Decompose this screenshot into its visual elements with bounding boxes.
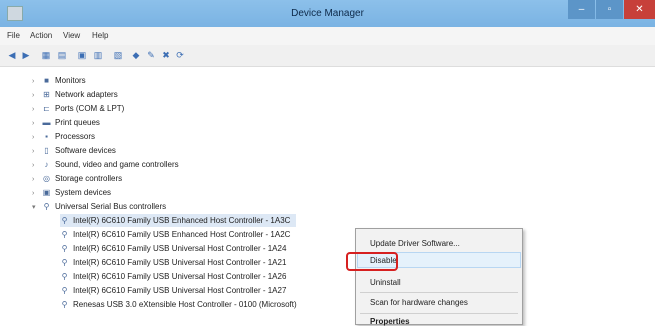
- menu-action[interactable]: Action: [30, 31, 52, 40]
- expand-icon[interactable]: ›: [32, 103, 42, 116]
- tree-node-label: Ports (COM & LPT): [55, 104, 125, 113]
- menu-separator: [360, 313, 518, 314]
- port-icon: ⊏: [43, 104, 50, 114]
- forward-icon[interactable]: ▶: [20, 50, 32, 61]
- uninstall-icon[interactable]: ✖: [160, 50, 172, 61]
- usb-device-label: Intel(R) 6C610 Family USB Enhanced Host …: [73, 216, 291, 225]
- maximize-button[interactable]: ▫: [596, 0, 623, 19]
- printer-icon: ▬: [42, 118, 51, 128]
- tree-node-label: Universal Serial Bus controllers: [55, 202, 167, 211]
- usb-device-icon: ⚲: [61, 230, 68, 240]
- title-bar: Device Manager – ▫ ✕: [0, 0, 655, 27]
- usb-device-item[interactable]: ⚲ Intel(R) 6C610 Family USB Universal Hos…: [60, 270, 287, 283]
- usb-device-item[interactable]: ⚲ Intel(R) 6C610 Family USB Universal Hos…: [60, 242, 287, 255]
- monitor-icon: ■: [44, 76, 49, 86]
- list-icon[interactable]: ▤: [56, 50, 68, 61]
- expand-icon[interactable]: ›: [32, 173, 42, 186]
- expand-icon[interactable]: ›: [32, 75, 42, 88]
- usb-device-label: Intel(R) 6C610 Family USB Enhanced Host …: [73, 230, 291, 239]
- usb-device-item[interactable]: ⚲ Intel(R) 6C610 Family USB Enhanced Host…: [60, 228, 291, 241]
- expand-icon[interactable]: ›: [32, 145, 42, 158]
- processor-icon: ▪: [45, 132, 48, 142]
- minimize-button[interactable]: –: [568, 0, 595, 19]
- tree-node-label: Software devices: [55, 146, 116, 155]
- tree-node-print-queues[interactable]: › ▬ Print queues: [32, 116, 100, 129]
- uninstall-menu-item[interactable]: Uninstall: [370, 278, 401, 287]
- storage-icon: ◎: [43, 174, 50, 184]
- toolbar: ◀ ▶ ▦ ▤ ▣ ▥ ▧ ◆ ✎ ✖ ⟳: [0, 45, 655, 67]
- tree-node-usb-controllers[interactable]: ▾ ⚲ Universal Serial Bus controllers: [32, 200, 166, 213]
- tree-node-label: Storage controllers: [55, 174, 123, 183]
- tree-node-ports[interactable]: › ⊏ Ports (COM & LPT): [32, 102, 124, 115]
- network-icon: ⊞: [43, 90, 50, 100]
- expand-icon[interactable]: ›: [32, 187, 42, 200]
- update-driver-icon[interactable]: ◆: [130, 50, 142, 61]
- properties-icon[interactable]: ▣: [76, 50, 88, 61]
- menu-file[interactable]: File: [7, 31, 20, 40]
- tree-node-sound-video[interactable]: › ♪ Sound, video and game controllers: [32, 158, 179, 171]
- menu-view[interactable]: View: [63, 31, 80, 40]
- tree-node-network-adapters[interactable]: › ⊞ Network adapters: [32, 88, 118, 101]
- tree-node-label: System devices: [55, 188, 112, 197]
- disable-highlight-annotation: [346, 252, 398, 271]
- tree-node-label: Monitors: [55, 76, 86, 85]
- usb-device-label: Intel(R) 6C610 Family USB Universal Host…: [73, 244, 287, 253]
- tree-node-system-devices[interactable]: › ▣ System devices: [32, 186, 111, 199]
- device-tree: › ■ Monitors › ⊞ Network adapters › ⊏ Ports (C…: [10, 68, 655, 325]
- usb-device-item[interactable]: ⚲ Renesas USB 3.0 eXtensible Host Control…: [60, 298, 297, 311]
- usb-device-icon: ⚲: [61, 272, 68, 282]
- expand-icon[interactable]: ›: [32, 131, 42, 144]
- menu-help[interactable]: Help: [92, 31, 108, 40]
- usb-device-item[interactable]: ⚲ Intel(R) 6C610 Family USB Enhanced Host…: [60, 214, 297, 227]
- close-button[interactable]: ✕: [624, 0, 655, 19]
- usb-device-icon: ⚲: [61, 258, 68, 268]
- expand-icon[interactable]: ›: [32, 117, 42, 130]
- window-title: Device Manager: [291, 8, 364, 19]
- update-driver-menu-item[interactable]: Update Driver Software...: [370, 239, 460, 248]
- disable-icon[interactable]: ✎: [145, 50, 157, 61]
- context-menu: Update Driver Software... Disable Uninst…: [355, 228, 523, 326]
- usb-icon: ⚲: [43, 202, 50, 212]
- tree-node-storage-controllers[interactable]: › ◎ Storage controllers: [32, 172, 122, 185]
- usb-device-label: Intel(R) 6C610 Family USB Universal Host…: [73, 286, 287, 295]
- tree-node-label: Sound, video and game controllers: [55, 160, 179, 169]
- help-icon[interactable]: ▥: [92, 50, 104, 61]
- sound-icon: ♪: [44, 160, 49, 170]
- expand-icon[interactable]: ›: [32, 159, 42, 172]
- menu-bar: File Action View Help: [0, 27, 655, 46]
- show-hide-tree-icon[interactable]: ▦: [40, 50, 52, 61]
- usb-device-item[interactable]: ⚲ Intel(R) 6C610 Family USB Universal Hos…: [60, 256, 287, 269]
- tree-node-label: Processors: [55, 132, 96, 141]
- scan-icon[interactable]: ▧: [112, 50, 124, 61]
- usb-device-icon: ⚲: [61, 244, 68, 254]
- tree-node-label: Print queues: [55, 118, 100, 127]
- usb-device-icon: ⚲: [61, 300, 68, 310]
- tree-node-label: Network adapters: [55, 90, 118, 99]
- usb-device-label: Intel(R) 6C610 Family USB Universal Host…: [73, 272, 287, 281]
- back-icon[interactable]: ◀: [6, 50, 18, 61]
- scan-hardware-menu-item[interactable]: Scan for hardware changes: [370, 298, 468, 307]
- refresh-icon[interactable]: ⟳: [174, 50, 186, 61]
- tree-node-monitors[interactable]: › ■ Monitors: [32, 74, 86, 87]
- tree-node-software-devices[interactable]: › ▯ Software devices: [32, 144, 116, 157]
- tree-node-processors[interactable]: › ▪ Processors: [32, 130, 95, 143]
- collapse-icon[interactable]: ▾: [32, 201, 42, 214]
- software-device-icon: ▯: [44, 146, 49, 156]
- usb-device-label: Renesas USB 3.0 eXtensible Host Controll…: [73, 300, 297, 309]
- expand-icon[interactable]: ›: [32, 89, 42, 102]
- menu-separator: [360, 292, 518, 293]
- usb-device-item[interactable]: ⚲ Intel(R) 6C610 Family USB Universal Hos…: [60, 284, 287, 297]
- usb-device-icon: ⚲: [61, 216, 68, 226]
- usb-device-icon: ⚲: [61, 286, 68, 296]
- usb-device-label: Intel(R) 6C610 Family USB Universal Host…: [73, 258, 287, 267]
- system-device-icon: ▣: [42, 188, 51, 198]
